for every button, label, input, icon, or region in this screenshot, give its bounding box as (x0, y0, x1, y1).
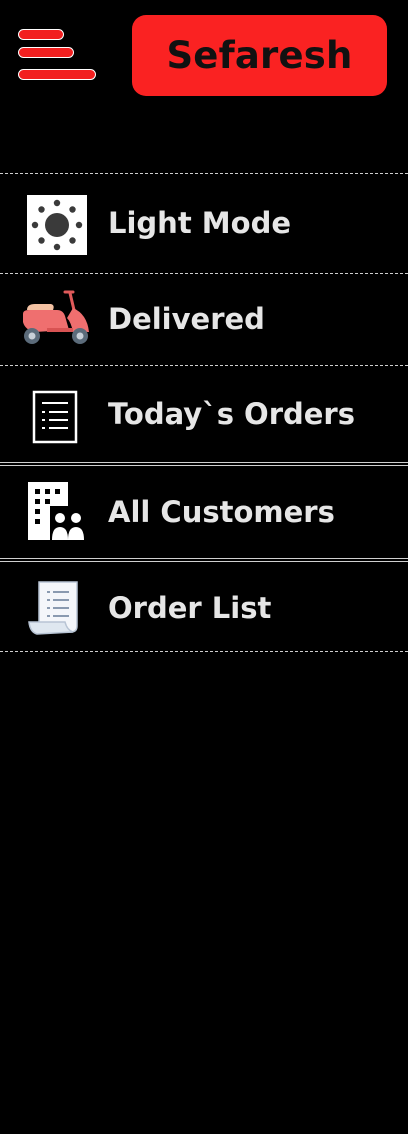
menu-item-delivered[interactable]: Delivered (0, 273, 408, 365)
menu-item-label: All Customers (108, 495, 335, 529)
menu-item-todays-orders[interactable]: Today`s Orders (0, 365, 408, 462)
customers-icon (26, 480, 90, 542)
sun-icon (27, 195, 87, 255)
hamburger-bar (18, 47, 74, 58)
menu-item-order-list[interactable]: Order List (0, 558, 408, 652)
receipt-icon (27, 580, 81, 636)
app-page: Sefaresh Light Mode Delivered Today`s Or… (0, 0, 408, 1134)
menu-item-label: Light Mode (108, 206, 291, 240)
menu-item-all-customers[interactable]: All Customers (0, 462, 408, 558)
scooter-icon (17, 288, 93, 348)
brand-button[interactable]: Sefaresh (132, 15, 387, 96)
menu-item-label: Delivered (108, 302, 265, 336)
hamburger-menu-icon[interactable] (16, 27, 98, 85)
menu-item-label: Order List (108, 591, 272, 625)
document-list-icon (32, 390, 78, 444)
side-menu: Light Mode Delivered Today`s Orders All … (0, 173, 408, 652)
hamburger-bar (18, 69, 96, 80)
hamburger-bar (18, 29, 64, 40)
menu-item-label: Today`s Orders (108, 397, 355, 431)
menu-item-light-mode[interactable]: Light Mode (0, 173, 408, 273)
